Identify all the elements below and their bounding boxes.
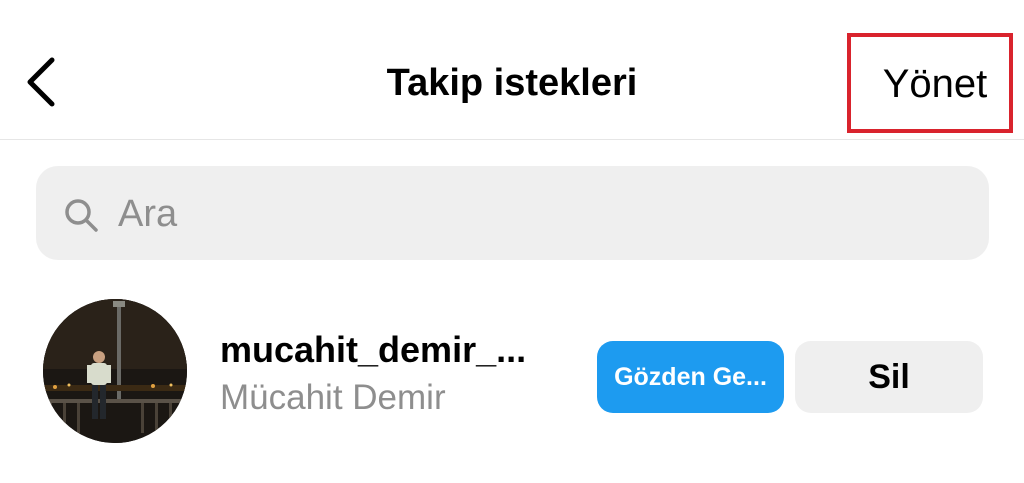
request-username[interactable]: mucahit_demir_... <box>220 328 526 372</box>
avatar[interactable] <box>43 299 187 443</box>
delete-button[interactable]: Sil <box>795 341 983 413</box>
search-icon <box>65 199 98 232</box>
request-full-name: Mücahit Demir <box>220 378 446 417</box>
manage-button[interactable]: Yönet <box>860 58 1010 110</box>
profile-photo <box>43 299 187 443</box>
header: Takip istekleri Yönet <box>0 0 1024 140</box>
search-input[interactable] <box>118 187 958 241</box>
follow-requests-screen: Takip istekleri Yönet Ara mucahit_demir_… <box>0 0 1024 483</box>
review-button[interactable]: Gözden Ge... <box>597 341 784 413</box>
